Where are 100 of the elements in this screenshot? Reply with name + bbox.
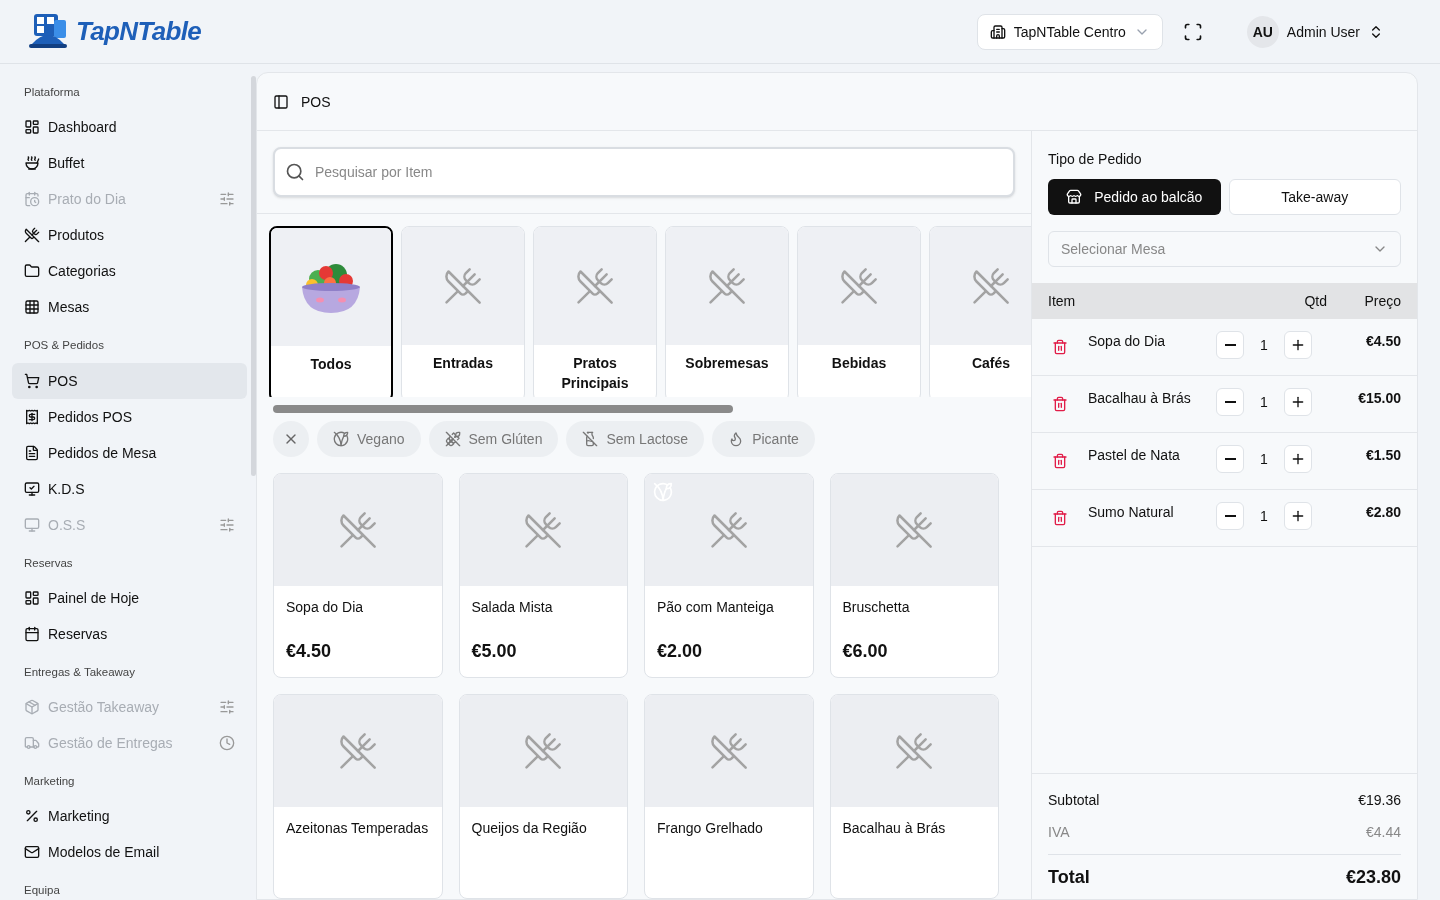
product-name: Sopa do Dia	[286, 598, 365, 616]
quantity: 1	[1259, 507, 1269, 526]
utensils-icon	[894, 510, 935, 550]
product-card[interactable]: Salada Mista €5.00	[458, 473, 628, 678]
delete-button[interactable]	[1052, 453, 1068, 469]
sidebar-item[interactable]: Pedidos POS	[12, 398, 247, 435]
product-name: Azeitonas Temperadas	[286, 819, 430, 837]
sidebar-item[interactable]: Reservas	[12, 615, 247, 652]
location-name: TapNTable Centro	[1013, 22, 1126, 42]
user-menu[interactable]: AU Admin User	[1246, 15, 1384, 48]
decrease-button[interactable]	[1216, 331, 1244, 359]
minus-icon	[1224, 458, 1236, 460]
order-item-name: Sopa do Dia	[1088, 332, 1167, 351]
building-icon	[989, 23, 1006, 40]
quantity: 1	[1259, 336, 1269, 355]
utensils-icon	[523, 731, 564, 771]
location-select[interactable]: TapNTable Centro	[976, 13, 1163, 50]
product-name: Bruschetta	[842, 598, 911, 616]
filter-chip[interactable]: Vegano	[317, 421, 421, 457]
sidebar-section-title: Reservas	[23, 555, 74, 571]
tax-value: €4.44	[1365, 823, 1401, 842]
sidebar-item[interactable]: K.D.S	[12, 470, 247, 507]
decrease-button[interactable]	[1216, 502, 1244, 530]
order-type-button[interactable]: Take-away	[1228, 179, 1401, 215]
product-name: Pão com Manteiga	[657, 598, 775, 616]
category-tile[interactable]: Cafés	[929, 226, 1031, 398]
plus-icon	[1290, 337, 1306, 353]
quantity: 1	[1259, 393, 1269, 412]
percent-icon	[24, 808, 40, 825]
user-avatar: AU	[1246, 15, 1279, 48]
dashboard-icon	[24, 589, 40, 606]
sidebar-item[interactable]: Marketing	[12, 798, 247, 835]
quantity: 1	[1259, 450, 1269, 469]
table-select[interactable]: Selecionar Mesa	[1048, 231, 1401, 267]
sidebar-item[interactable]: Pedidos de Mesa	[12, 434, 247, 471]
filter-chip[interactable]: Picante	[712, 421, 815, 457]
sidebar-item[interactable]: Buffet	[12, 145, 247, 182]
trash-icon	[1052, 453, 1068, 469]
category-tile[interactable]: Entradas	[401, 226, 525, 398]
product-card[interactable]: Azeitonas Temperadas	[273, 694, 443, 899]
utensils-icon	[894, 731, 935, 771]
search-field[interactable]: Pesquisar por Item	[273, 147, 1015, 197]
product-card[interactable]: Sopa do Dia €4.50	[273, 473, 443, 678]
sliders-icon	[219, 699, 235, 715]
product-card[interactable]: Bruschetta €6.00	[829, 473, 999, 678]
user-name: Admin User	[1286, 22, 1360, 42]
truck-icon	[24, 735, 40, 751]
receipt-icon	[24, 408, 40, 425]
product-card[interactable]: Queijos da Região	[458, 694, 628, 899]
delete-button[interactable]	[1052, 396, 1068, 412]
sliders-icon	[219, 191, 235, 208]
sidebar-item[interactable]: Modelos de Email	[12, 834, 247, 871]
filter-chip[interactable]: Sem Glúten	[428, 421, 559, 457]
product-price: €6.00	[842, 640, 889, 663]
decrease-button[interactable]	[1216, 445, 1244, 473]
product-name: Salada Mista	[471, 598, 554, 616]
vegan-icon	[333, 431, 349, 447]
order-item-name: Bacalhau à Brás	[1088, 389, 1192, 408]
order-item-price: €2.80	[1364, 503, 1401, 522]
clock-icon	[219, 735, 235, 751]
filter-chip[interactable]: Sem Lactose	[566, 421, 705, 457]
trash-icon	[1052, 396, 1068, 412]
delete-button[interactable]	[1052, 339, 1068, 355]
category-tile[interactable]: Todos	[269, 226, 393, 398]
increase-button[interactable]	[1284, 445, 1312, 473]
category-tile[interactable]: Pratos Principais	[533, 226, 657, 398]
product-name: Queijos da Região	[471, 819, 588, 837]
minus-icon	[1224, 344, 1236, 346]
order-item-price: €15.00	[1357, 389, 1401, 408]
monitor-icon	[24, 516, 40, 533]
monitor-check-icon	[24, 480, 40, 497]
subtotal-label: Subtotal	[1048, 791, 1100, 810]
utensils-icon	[971, 266, 1011, 306]
product-card[interactable]: Pão com Manteiga €2.00	[644, 473, 814, 678]
category-tile[interactable]: Sobremesas	[665, 226, 789, 398]
fullscreen-icon	[1182, 21, 1203, 42]
sidebar-toggle-icon[interactable]	[273, 93, 289, 110]
wheat-off-icon	[444, 431, 461, 447]
sidebar-item[interactable]: Mesas	[12, 289, 247, 326]
trash-icon	[1052, 339, 1068, 355]
delete-button[interactable]	[1052, 510, 1068, 526]
sidebar-item[interactable]: Painel de Hoje	[12, 579, 247, 616]
order-type-button[interactable]: Pedido ao balcão	[1048, 179, 1221, 215]
cart-icon	[24, 372, 40, 389]
product-card[interactable]: Frango Grelhado	[644, 694, 814, 899]
increase-button[interactable]	[1284, 502, 1312, 530]
category-tile[interactable]: Bebidas	[797, 226, 921, 398]
sidebar-item[interactable]: Dashboard	[12, 109, 247, 146]
sidebar-item[interactable]: Produtos	[12, 217, 247, 254]
product-card[interactable]: Bacalhau à Brás	[829, 694, 999, 899]
sidebar-item[interactable]: Categorias	[12, 253, 247, 290]
total-value: €23.80	[1345, 866, 1401, 889]
logo-text: TapNTable	[76, 15, 202, 48]
mail-icon	[24, 844, 40, 861]
increase-button[interactable]	[1284, 388, 1312, 416]
increase-button[interactable]	[1284, 331, 1312, 359]
sidebar-item[interactable]: POS	[12, 362, 247, 399]
decrease-button[interactable]	[1216, 388, 1244, 416]
utensils-icon	[708, 510, 749, 550]
calendar-icon	[24, 625, 40, 642]
